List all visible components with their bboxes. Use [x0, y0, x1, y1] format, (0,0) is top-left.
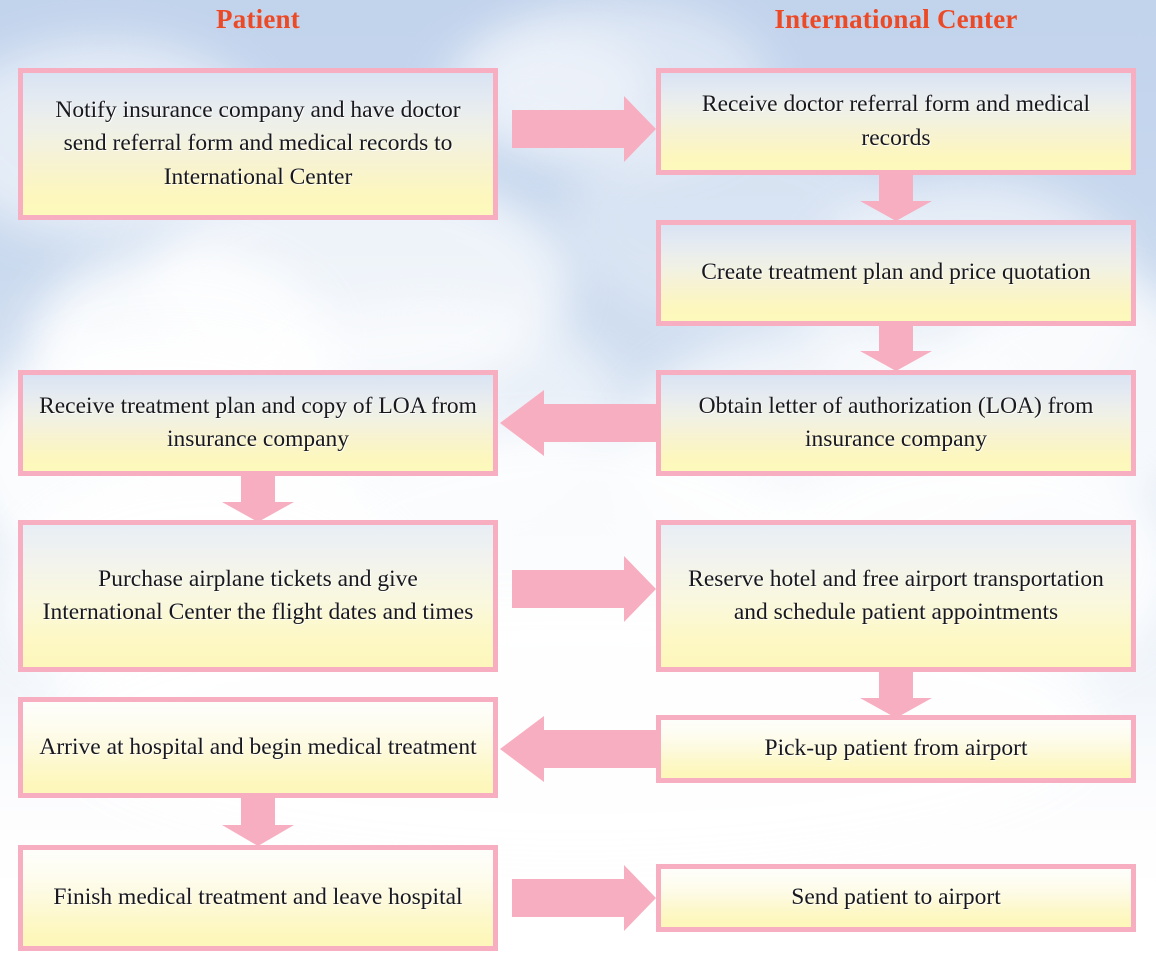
process-box-c2[interactable]: Create treatment plan and price quotatio… — [656, 220, 1136, 326]
process-box-label: Obtain letter of authorization (LOA) fro… — [698, 392, 1094, 452]
process-box-p1[interactable]: Notify insurance company and have doctor… — [18, 68, 498, 220]
process-box-p4[interactable]: Arrive at hospital and begin medical tre… — [18, 697, 498, 798]
arrow-right-p3-to-c4 — [512, 556, 656, 622]
process-box-p3[interactable]: Purchase airplane tickets and give Inter… — [18, 520, 498, 672]
arrow-right-p5-to-c6 — [512, 865, 656, 931]
arrow-left-c5-to-p4 — [500, 716, 656, 782]
process-box-c5[interactable]: Pick-up patient from airport — [656, 715, 1136, 783]
process-box-label: Create treatment plan and price quotatio… — [701, 259, 1091, 286]
column-header-international-center: International Center — [774, 4, 1018, 34]
process-box-label: Send patient to airport — [791, 884, 1001, 911]
process-box-label: Finish medical treatment and leave hospi… — [53, 884, 463, 911]
column-header-patient: Patient — [216, 4, 300, 34]
arrow-down-c2-to-c3 — [860, 326, 932, 371]
process-box-label: Reserve hotel and free airport transport… — [688, 565, 1104, 625]
process-box-p2[interactable]: Receive treatment plan and copy of LOA f… — [18, 370, 498, 476]
flowchart-canvas: Patient International Center Notify insu… — [0, 0, 1156, 960]
arrow-down-p2-to-p3 — [222, 476, 294, 522]
process-box-c6[interactable]: Send patient to airport — [656, 864, 1136, 932]
process-box-c4[interactable]: Reserve hotel and free airport transport… — [656, 520, 1136, 672]
arrow-down-p4-to-p5 — [222, 798, 294, 846]
process-box-c3[interactable]: Obtain letter of authorization (LOA) fro… — [656, 370, 1136, 476]
process-box-p5[interactable]: Finish medical treatment and leave hospi… — [18, 845, 498, 951]
process-box-label: Pick-up patient from airport — [764, 735, 1028, 762]
process-box-c1[interactable]: Receive doctor referral form and medical… — [656, 68, 1136, 175]
arrow-down-c4-to-c5 — [860, 672, 932, 718]
arrow-down-c1-to-c2 — [860, 175, 932, 221]
process-box-label: Arrive at hospital and begin medical tre… — [39, 733, 477, 760]
process-box-label: Receive treatment plan and copy of LOA f… — [39, 392, 477, 452]
process-box-label: Purchase airplane tickets and give Inter… — [42, 565, 474, 625]
arrow-left-c3-to-p2 — [500, 390, 656, 456]
process-box-label: Notify insurance company and have doctor… — [55, 96, 461, 190]
arrow-right-p1-to-c1 — [512, 96, 656, 162]
process-box-label: Receive doctor referral form and medical… — [701, 91, 1091, 151]
